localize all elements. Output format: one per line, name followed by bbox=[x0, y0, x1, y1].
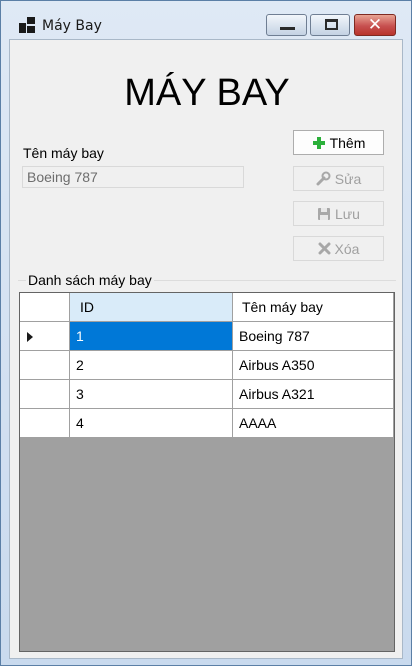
row-header-corner[interactable] bbox=[20, 293, 70, 322]
maximize-button[interactable] bbox=[310, 14, 350, 36]
current-row-arrow-icon bbox=[27, 332, 33, 342]
app-icon bbox=[19, 17, 35, 33]
cell-id[interactable]: 2 bbox=[70, 351, 233, 380]
name-label: Tên máy bay bbox=[23, 145, 104, 161]
cell-id[interactable]: 4 bbox=[70, 409, 233, 438]
cell-name[interactable]: Airbus A321 bbox=[233, 380, 394, 409]
table-row[interactable]: 4 AAAA bbox=[20, 409, 394, 438]
page-title: MÁY BAY bbox=[124, 72, 290, 114]
close-button[interactable]: ✕ bbox=[354, 14, 396, 36]
cell-name[interactable]: AAAA bbox=[233, 409, 394, 438]
column-header-id[interactable]: ID bbox=[70, 293, 233, 322]
row-header[interactable] bbox=[20, 351, 70, 380]
name-field[interactable]: Boeing 787 bbox=[22, 166, 244, 188]
plus-icon bbox=[312, 136, 325, 149]
floppy-disk-icon bbox=[318, 207, 331, 220]
row-header[interactable] bbox=[20, 322, 70, 351]
window-title: Máy Bay bbox=[42, 18, 102, 34]
cell-id[interactable]: 3 bbox=[70, 380, 233, 409]
delete-button-label: Xóa bbox=[334, 240, 360, 257]
row-header[interactable] bbox=[20, 380, 70, 409]
title-bar[interactable]: Máy Bay ✕ bbox=[1, 1, 411, 36]
maximize-icon bbox=[325, 19, 338, 30]
grid-header-row: ID Tên máy bay bbox=[20, 293, 394, 322]
edit-button[interactable]: Sửa bbox=[293, 166, 384, 191]
delete-x-icon bbox=[318, 242, 331, 255]
close-icon: ✕ bbox=[367, 15, 383, 35]
save-button[interactable]: Lưu bbox=[293, 201, 384, 226]
table-row[interactable]: 3 Airbus A321 bbox=[20, 380, 394, 409]
minimize-icon bbox=[280, 27, 295, 30]
column-header-name[interactable]: Tên máy bay bbox=[233, 293, 394, 322]
wrench-icon bbox=[316, 171, 331, 186]
save-button-label: Lưu bbox=[335, 205, 360, 222]
cell-name[interactable]: Airbus A350 bbox=[233, 351, 394, 380]
add-button-label: Thêm bbox=[329, 134, 366, 151]
form-client-area: MÁY BAY Tên máy bay Boeing 787 Thêm Sửa … bbox=[9, 39, 403, 659]
minimize-button[interactable] bbox=[266, 14, 307, 36]
edit-button-label: Sửa bbox=[334, 170, 362, 187]
row-header[interactable] bbox=[20, 409, 70, 438]
delete-button[interactable]: Xóa bbox=[293, 236, 384, 261]
table-row[interactable]: 2 Airbus A350 bbox=[20, 351, 394, 380]
cell-id[interactable]: 1 bbox=[70, 322, 233, 351]
app-window: Máy Bay ✕ MÁY BAY Tên máy bay Boeing 787… bbox=[0, 0, 412, 666]
group-label: Danh sách máy bay bbox=[26, 271, 154, 289]
cell-name[interactable]: Boeing 787 bbox=[233, 322, 394, 351]
table-row[interactable]: 1 Boeing 787 bbox=[20, 322, 394, 351]
aircraft-grid[interactable]: ID Tên máy bay 1 Boeing 787 2 Airbus A35… bbox=[19, 292, 395, 652]
add-button[interactable]: Thêm bbox=[293, 130, 384, 155]
